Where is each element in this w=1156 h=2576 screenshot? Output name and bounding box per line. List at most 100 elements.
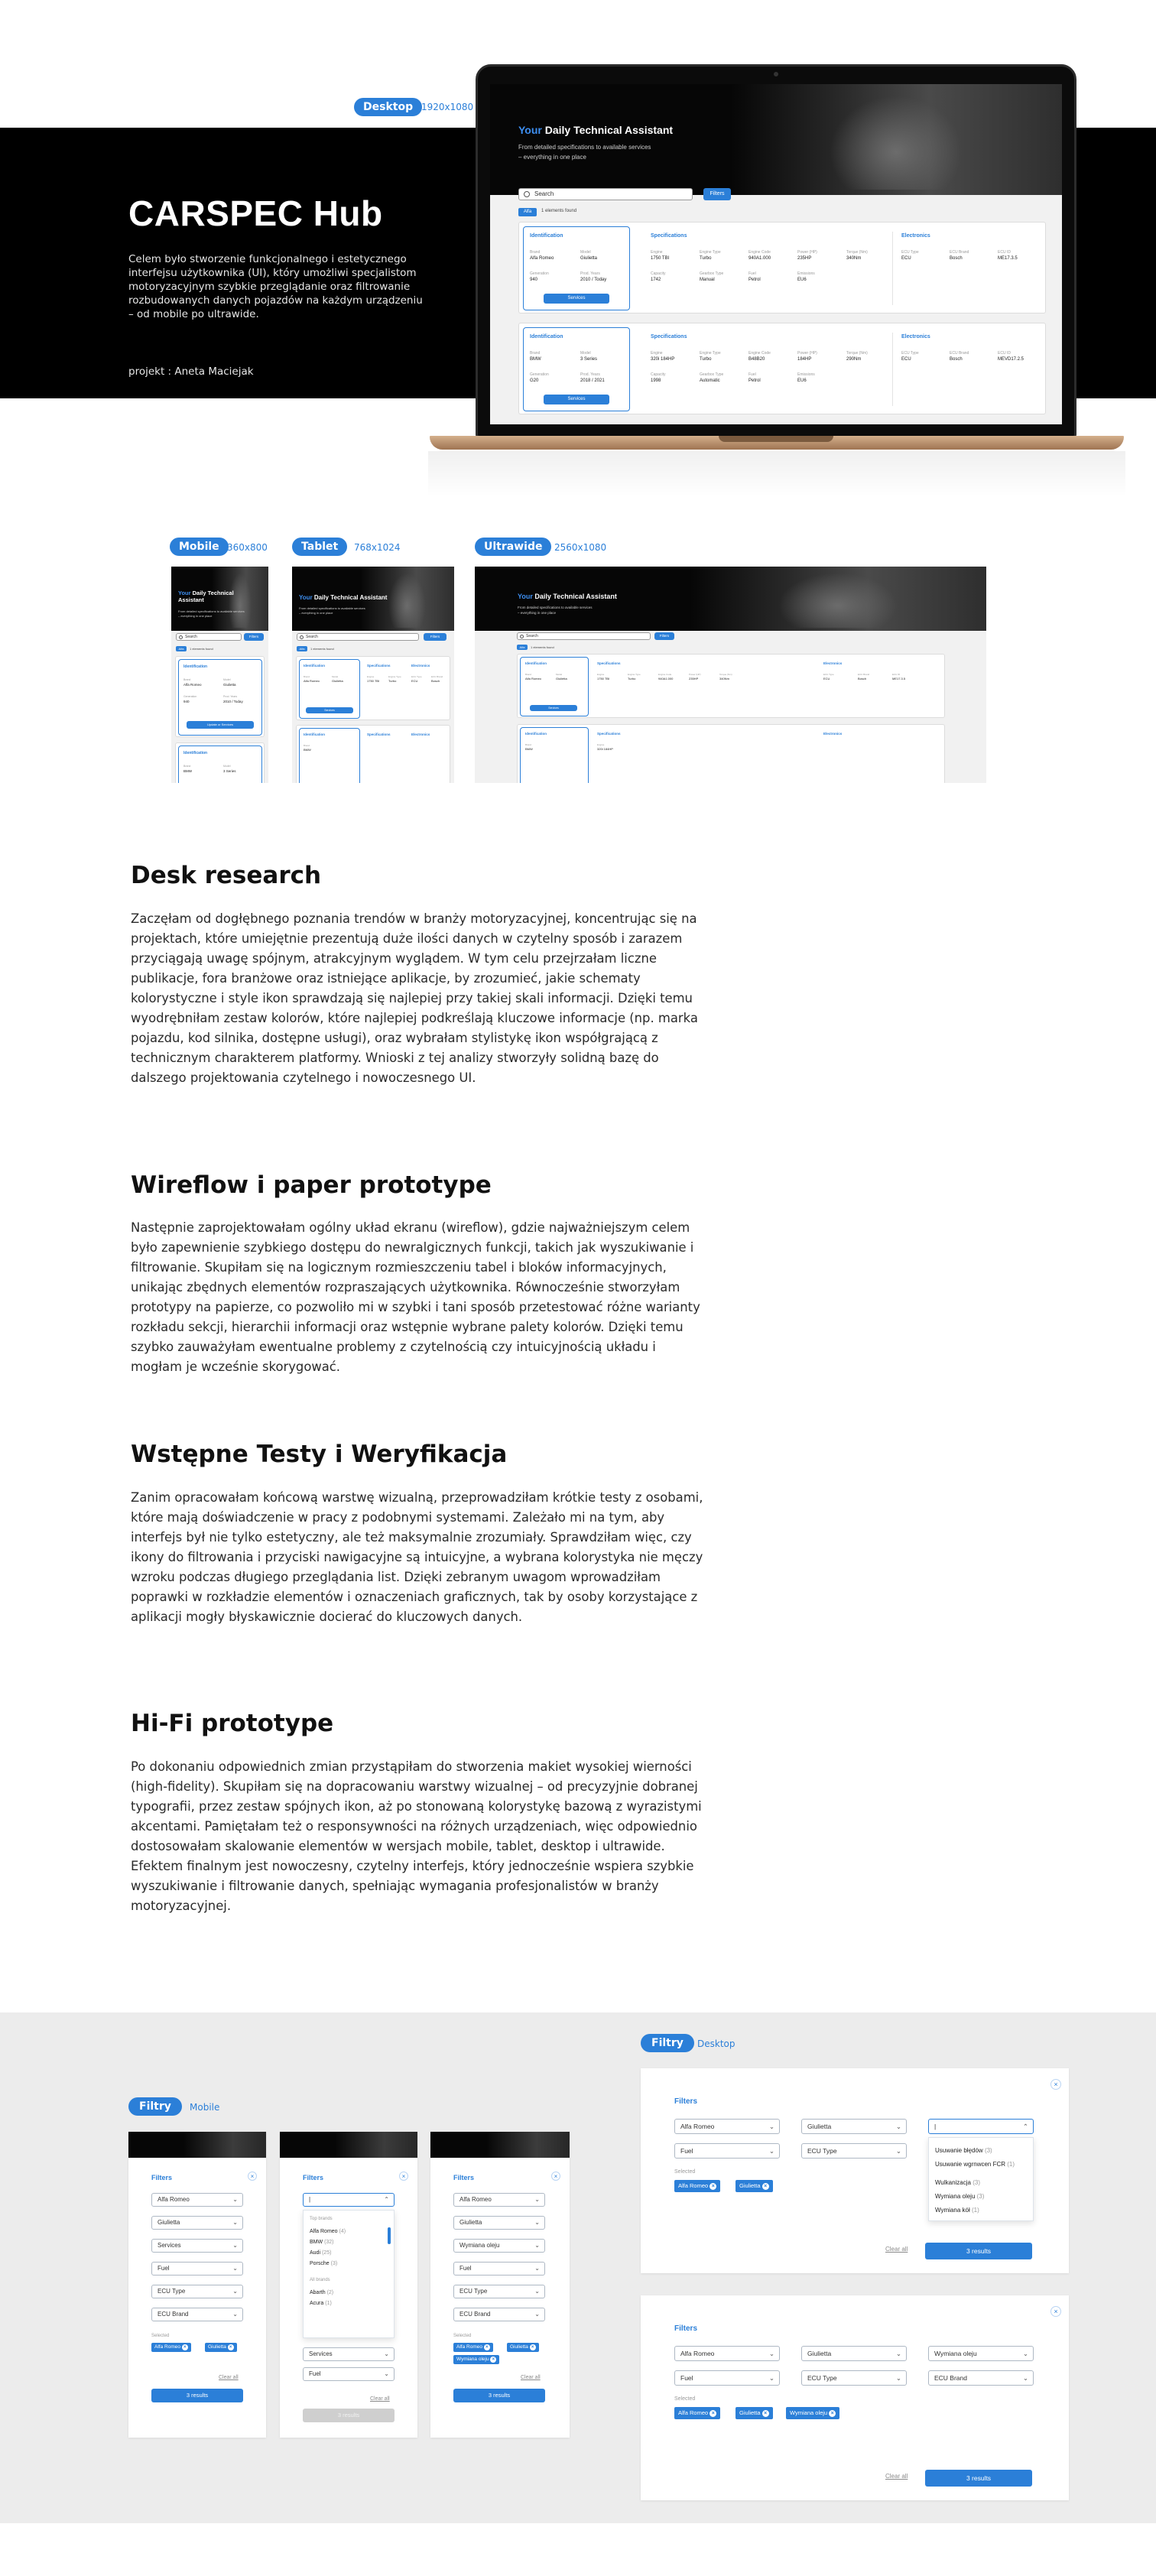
close-icon[interactable]: ×: [399, 2172, 408, 2181]
filters-button[interactable]: Filters: [244, 633, 264, 641]
dropdown-option[interactable]: Wulkanizacja (3): [935, 2179, 980, 2186]
services-button[interactable]: Services: [544, 395, 609, 404]
services-button[interactable]: Services: [306, 707, 353, 713]
filters-button[interactable]: Filters: [424, 633, 446, 641]
selected-chip[interactable]: Alfa Romeo ×: [674, 2407, 721, 2419]
results-button[interactable]: 3 results: [925, 2470, 1032, 2487]
fuel-select[interactable]: Fuel ⌄: [674, 2370, 780, 2386]
dropdown-scrollbar[interactable]: [388, 2227, 391, 2244]
result-card[interactable]: Identification Brand BMW Specifications …: [517, 724, 945, 783]
field-value: Bosch: [431, 679, 440, 683]
services-select[interactable]: Services ⌄: [151, 2239, 243, 2253]
clear-all-link[interactable]: Clear all: [885, 2473, 908, 2480]
services-select[interactable]: Services ⌄: [303, 2347, 395, 2361]
fuel-select[interactable]: Fuel ⌄: [303, 2367, 395, 2381]
services-button[interactable]: Services: [530, 705, 577, 711]
result-card[interactable]: Identification Brand Alfa Romeo Model Gi…: [518, 222, 1046, 313]
active-filter-tag[interactable]: Alfa: [297, 646, 307, 651]
brand-select[interactable]: Alfa Romeo ⌄: [674, 2119, 780, 2134]
selected-chip[interactable]: Alfa Romeo ×: [674, 2180, 721, 2192]
dropdown-option[interactable]: Usuwanie wgrnwcen FCR (1): [935, 2161, 1019, 2168]
close-icon[interactable]: ×: [227, 2344, 234, 2350]
ecu-type-select[interactable]: ECU Type ⌄: [151, 2285, 243, 2298]
clear-all-link[interactable]: Clear all: [219, 2375, 239, 2380]
ecu-type-select[interactable]: ECU Type ⌄: [801, 2370, 907, 2386]
selected-chip[interactable]: Wymiana oleju ×: [453, 2355, 500, 2364]
close-icon[interactable]: ×: [710, 2410, 717, 2417]
brand-select[interactable]: Alfa Romeo ⌄: [453, 2193, 545, 2207]
brand-select[interactable]: | ⌃: [303, 2193, 395, 2207]
update-services-button[interactable]: Update or Services: [187, 721, 254, 729]
close-icon[interactable]: ×: [829, 2410, 836, 2417]
close-icon[interactable]: ×: [761, 2410, 769, 2417]
close-icon[interactable]: ×: [710, 2183, 717, 2190]
model-select[interactable]: Giulietta ⌄: [801, 2119, 907, 2134]
fuel-select[interactable]: Fuel ⌄: [674, 2143, 780, 2159]
dropdown-option[interactable]: Abarth (2): [310, 2290, 333, 2295]
brand-select[interactable]: Alfa Romeo ⌄: [151, 2193, 243, 2207]
close-icon[interactable]: ×: [529, 2344, 536, 2350]
result-card[interactable]: Identification Brand Alfa Romeo Model Gi…: [296, 656, 450, 720]
close-icon[interactable]: ×: [181, 2344, 188, 2350]
selected-chip[interactable]: Alfa Romeo ×: [151, 2343, 191, 2352]
selected-chip[interactable]: Giulietta ×: [205, 2343, 237, 2352]
active-filter-tag[interactable]: Alfa: [517, 645, 528, 650]
filters-button[interactable]: Filters: [654, 632, 674, 640]
search-input[interactable]: Search: [297, 633, 419, 641]
dropdown-option[interactable]: Porsche (3): [310, 2261, 337, 2266]
search-input[interactable]: Search: [517, 632, 651, 640]
close-icon[interactable]: ×: [248, 2172, 257, 2181]
search-input[interactable]: Search: [518, 188, 693, 200]
model-select[interactable]: Giulietta ⌄: [801, 2346, 907, 2361]
close-icon[interactable]: ×: [761, 2183, 769, 2190]
selected-chip[interactable]: Wymiana oleju ×: [786, 2407, 840, 2419]
services-select[interactable]: | ⌃: [928, 2119, 1034, 2134]
close-icon[interactable]: ×: [1050, 2079, 1061, 2090]
close-icon[interactable]: ×: [1050, 2306, 1061, 2317]
selected-chip[interactable]: Giulietta ×: [735, 2180, 773, 2192]
services-select[interactable]: Wymiana oleju ⌄: [928, 2346, 1034, 2361]
dropdown-option[interactable]: Wymiana oleju (3): [935, 2193, 984, 2200]
results-button-disabled[interactable]: 3 results: [303, 2409, 395, 2422]
close-icon[interactable]: ×: [483, 2344, 490, 2350]
dropdown-option[interactable]: Usuwanie błędów (3): [935, 2147, 992, 2154]
clear-all-link[interactable]: Clear all: [885, 2246, 908, 2253]
search-input[interactable]: Search: [176, 633, 242, 641]
results-button[interactable]: 3 results: [925, 2243, 1032, 2259]
selected-chip[interactable]: Giulietta ×: [507, 2343, 539, 2352]
clear-all-link[interactable]: Clear all: [370, 2396, 390, 2402]
ecu-brand-select[interactable]: ECU Brand ⌄: [151, 2308, 243, 2321]
brand-select[interactable]: Alfa Romeo ⌄: [674, 2346, 780, 2361]
active-filter-tag[interactable]: Alfa: [518, 208, 537, 216]
ecu-type-select[interactable]: ECU Type ⌄: [801, 2143, 907, 2159]
dropdown-option[interactable]: Wymiana kół (1): [935, 2207, 979, 2214]
result-card[interactable]: Identification Brand Alfa Romeo Model Gi…: [517, 654, 945, 718]
result-card[interactable]: Identification Brand BMW Model 3 Series …: [518, 323, 1046, 414]
ecu-type-select[interactable]: ECU Type ⌄: [453, 2285, 545, 2298]
clear-all-link[interactable]: Clear all: [521, 2375, 541, 2380]
services-select[interactable]: Wymiana oleju ⌄: [453, 2239, 545, 2253]
dropdown-option[interactable]: Audi (25): [310, 2250, 331, 2256]
active-filter-tag[interactable]: Alfa: [176, 646, 187, 651]
filters-button[interactable]: Filters: [703, 188, 731, 200]
result-card[interactable]: Identification Brand BMW Specifications …: [296, 725, 450, 783]
selected-chip[interactable]: Alfa Romeo ×: [453, 2343, 493, 2352]
results-button[interactable]: 3 results: [453, 2389, 545, 2402]
dropdown-option[interactable]: Acura (1): [310, 2301, 332, 2306]
results-button[interactable]: 3 results: [151, 2389, 243, 2402]
ecu-brand-select[interactable]: ECU Brand ⌄: [928, 2370, 1034, 2386]
close-icon[interactable]: ×: [490, 2357, 497, 2363]
result-card[interactable]: Identification Brand BMW Model 3 Series: [175, 742, 265, 783]
dropdown-option[interactable]: Alfa Romeo (4): [310, 2229, 346, 2234]
model-select[interactable]: Giulietta ⌄: [151, 2216, 243, 2230]
close-icon[interactable]: ×: [551, 2172, 560, 2181]
fuel-select[interactable]: Fuel ⌄: [151, 2262, 243, 2276]
model-select[interactable]: Giulietta ⌄: [453, 2216, 545, 2230]
fuel-select[interactable]: Fuel ⌄: [453, 2262, 545, 2276]
ecu-brand-select[interactable]: ECU Brand ⌄: [453, 2308, 545, 2321]
services-button[interactable]: Services: [544, 294, 609, 304]
dropdown-option[interactable]: BMW (32): [310, 2240, 334, 2245]
filters-title: Filters: [151, 2174, 173, 2181]
selected-chip[interactable]: Giulietta ×: [735, 2407, 773, 2419]
result-card[interactable]: Identification Brand Alfa Romeo Model Gi…: [175, 656, 265, 737]
